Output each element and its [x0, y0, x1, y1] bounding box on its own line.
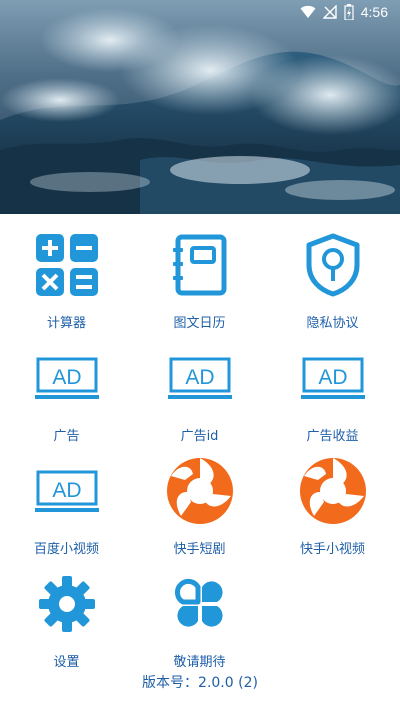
- grid-item-settings[interactable]: 设置: [0, 563, 133, 675]
- battery-icon: [344, 4, 354, 20]
- wifi-icon: [300, 5, 316, 18]
- calculator-icon: [32, 230, 102, 300]
- kuaishou-logo-icon: [165, 456, 235, 526]
- header-wave-image: 4:56: [0, 0, 400, 214]
- grid-item-label: 敬请期待: [173, 655, 226, 670]
- status-time: 4:56: [360, 4, 388, 20]
- grid-item-baidu-video[interactable]: AD 百度小视频: [0, 450, 133, 562]
- coming-soon-icon: [165, 569, 235, 639]
- ad-icon: AD: [165, 343, 235, 413]
- grid-item-ad[interactable]: AD 广告: [0, 337, 133, 449]
- grid-item-coming-soon[interactable]: 敬请期待: [133, 563, 266, 675]
- svg-text:AD: AD: [52, 366, 81, 389]
- notebook-icon: [165, 230, 235, 300]
- grid-item-label: 百度小视频: [33, 542, 99, 557]
- grid-item-label: 设置: [53, 655, 80, 670]
- status-bar: 4:56: [0, 0, 400, 24]
- svg-text:AD: AD: [318, 366, 347, 389]
- grid-item-label: 图文日历: [173, 316, 226, 331]
- kuaishou-logo-icon: [298, 456, 368, 526]
- grid-item-label: 广告id: [180, 429, 219, 444]
- signal-icon: [322, 5, 337, 19]
- grid-item-label: 计算器: [46, 316, 86, 331]
- grid-item-label: 广告: [53, 429, 80, 444]
- grid-item-ad-id[interactable]: AD 广告id: [133, 337, 266, 449]
- gear-icon: [32, 569, 102, 639]
- ad-icon: AD: [298, 343, 368, 413]
- grid-item-label: 快手短剧: [173, 542, 226, 557]
- shield-lock-icon: [298, 230, 368, 300]
- grid-item-privacy[interactable]: 隐私协议: [266, 224, 399, 336]
- grid-item-ad-revenue[interactable]: AD 广告收益: [266, 337, 399, 449]
- grid-item-calendar[interactable]: 图文日历: [133, 224, 266, 336]
- ocean-wave-image: [0, 0, 400, 214]
- grid-item-kuaishou-drama[interactable]: 快手短剧: [133, 450, 266, 562]
- grid-item-label: 快手小视频: [299, 542, 365, 557]
- grid-item-calculator[interactable]: 计算器: [0, 224, 133, 336]
- ad-icon: AD: [32, 456, 102, 526]
- svg-text:AD: AD: [185, 366, 214, 389]
- ad-icon: AD: [32, 343, 102, 413]
- grid-item-kuaishou-video[interactable]: 快手小视频: [266, 450, 399, 562]
- grid-item-label: 广告收益: [306, 429, 359, 444]
- grid-item-label: 隐私协议: [306, 316, 359, 331]
- svg-text:AD: AD: [52, 479, 81, 502]
- version-text: 版本号：2.0.0 (2): [142, 675, 258, 691]
